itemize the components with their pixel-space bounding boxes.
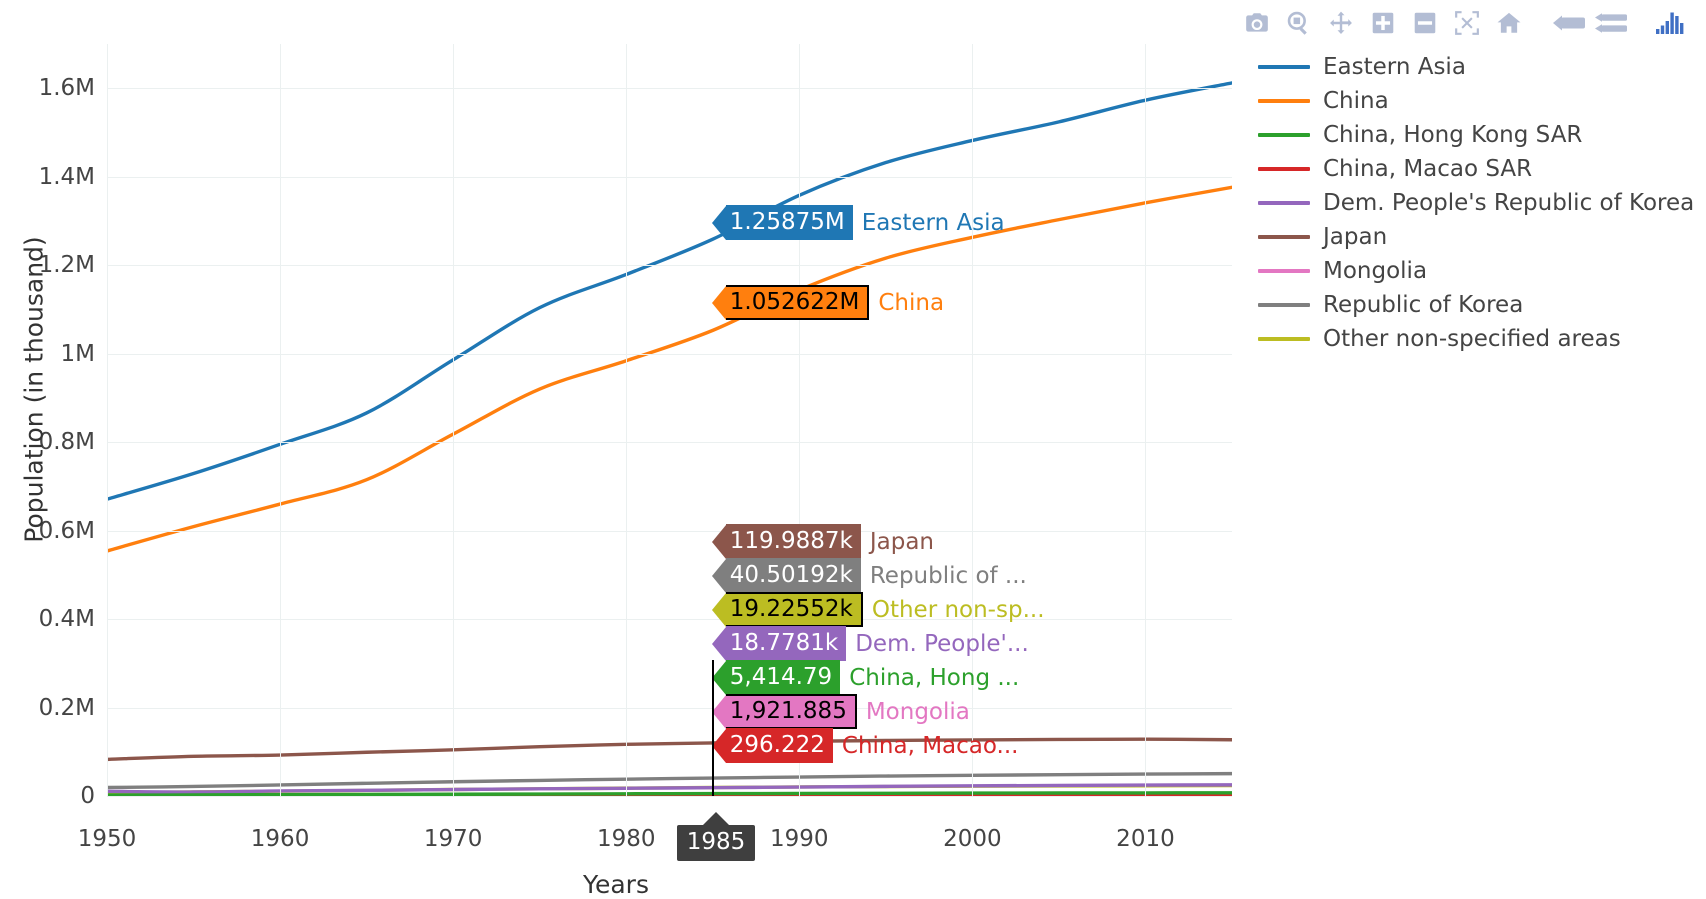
hover-tooltip-arrow [712, 206, 726, 240]
hover-tooltip: 1.25875M Eastern Asia [712, 205, 1005, 240]
series-line[interactable] [107, 83, 1232, 499]
legend-item-label: Other non-specified areas [1323, 326, 1621, 352]
x-tick-label: 1950 [78, 826, 137, 852]
hover-tooltip-value: 40.50192k [726, 558, 861, 593]
hover-tooltip-value: 1.052622M [726, 285, 870, 320]
hover-tooltip-arrow [712, 661, 726, 695]
x-tick-label: 1960 [251, 826, 310, 852]
hover-tooltip-series-name: Other non-sp... [872, 597, 1045, 623]
x-axis-hover-marker: 1985 [677, 812, 756, 861]
x-marker-arrow [703, 812, 729, 825]
hover-tooltip-series-name: Eastern Asia [862, 210, 1005, 236]
x-tick-label: 1980 [597, 826, 656, 852]
legend-color-swatch [1258, 201, 1310, 205]
legend-item-label: China, Macao SAR [1323, 156, 1532, 182]
series-line[interactable] [107, 187, 1232, 551]
legend-color-swatch [1258, 269, 1310, 273]
hover-tooltip-value: 119.9887k [726, 524, 861, 559]
hover-tooltip-arrow [712, 525, 726, 559]
legend-item-eastern-asia[interactable]: Eastern Asia [1258, 50, 1694, 84]
hover-tooltip-series-name: Mongolia [866, 699, 970, 725]
legend-color-swatch [1258, 133, 1310, 137]
legend-item-china-macao-sar[interactable]: China, Macao SAR [1258, 152, 1694, 186]
legend-item-japan[interactable]: Japan [1258, 220, 1694, 254]
legend-item-china-hong-kong-sar[interactable]: China, Hong Kong SAR [1258, 118, 1694, 152]
hover-tooltip-arrow [712, 695, 726, 729]
hover-spike-line [712, 660, 714, 796]
legend-color-swatch [1258, 337, 1310, 341]
hover-tooltip: 5,414.79 China, Hong ... [712, 660, 1020, 695]
hover-tooltip-value: 1.25875M [726, 205, 853, 240]
hover-tooltip: 1,921.885 Mongolia [712, 694, 970, 729]
x-marker-label: 1985 [677, 825, 756, 861]
hover-tooltip-series-name: China, Hong ... [849, 665, 1019, 691]
series-line[interactable] [107, 739, 1232, 759]
x-tick-label: 2010 [1116, 826, 1175, 852]
hover-tooltip: 119.9887k Japan [712, 524, 934, 559]
y-tick-label: 0 [0, 783, 95, 809]
x-tick-label: 2000 [943, 826, 1002, 852]
chart-legend[interactable]: Eastern Asia China China, Hong Kong SAR Chi… [1258, 50, 1694, 356]
legend-item-label: Dem. People's Republic of Korea [1323, 190, 1694, 216]
legend-color-swatch [1258, 65, 1310, 69]
x-tick-label: 1970 [424, 826, 483, 852]
legend-color-swatch [1258, 167, 1310, 171]
plot-area[interactable] [107, 44, 1232, 796]
legend-item-label: Republic of Korea [1323, 292, 1523, 318]
y-tick-label: 0.2M [0, 695, 95, 721]
hover-tooltip-arrow [712, 593, 726, 627]
x-axis-title: Years [0, 870, 1232, 899]
data-lines [107, 44, 1232, 796]
legend-color-swatch [1258, 303, 1310, 307]
legend-item-label: China, Hong Kong SAR [1323, 122, 1582, 148]
hover-tooltip-arrow [712, 559, 726, 593]
hover-tooltip-series-name: Japan [870, 529, 934, 555]
hover-tooltip: 296.222 China, Macao... [712, 728, 1019, 763]
legend-item-label: China [1323, 88, 1389, 114]
legend-item-label: Mongolia [1323, 258, 1427, 284]
y-tick-label: 1.6M [0, 75, 95, 101]
legend-color-swatch [1258, 99, 1310, 103]
legend-item-label: Eastern Asia [1323, 54, 1466, 80]
hover-tooltip-value: 296.222 [726, 728, 833, 763]
hover-tooltip-arrow [712, 729, 726, 763]
hover-tooltip-value: 1,921.885 [726, 694, 857, 729]
hover-tooltip: 40.50192k Republic of ... [712, 558, 1027, 593]
legend-item-label: Japan [1323, 224, 1387, 250]
legend-item-dem-people-s-republic-of-korea[interactable]: Dem. People's Republic of Korea [1258, 186, 1694, 220]
hover-tooltip: 19.22552k Other non-sp... [712, 592, 1045, 627]
y-axis-title: Population (in thousand) [20, 140, 49, 640]
x-tick-label: 1990 [770, 826, 829, 852]
hover-tooltip-series-name: Dem. People'... [855, 631, 1029, 657]
hover-tooltip-arrow [712, 627, 726, 661]
legend-item-republic-of-korea[interactable]: Republic of Korea [1258, 288, 1694, 322]
hover-tooltip-series-name: Republic of ... [870, 563, 1027, 589]
legend-item-china[interactable]: China [1258, 84, 1694, 118]
hover-tooltip-arrow [712, 286, 726, 320]
hover-tooltip: 1.052622M China [712, 285, 944, 320]
hover-tooltip-value: 5,414.79 [726, 660, 840, 695]
legend-item-other-non-specified-areas[interactable]: Other non-specified areas [1258, 322, 1694, 356]
gridline-horizontal [107, 796, 1232, 797]
hover-tooltip-value: 18.7781k [726, 626, 846, 661]
hover-tooltip: 18.7781k Dem. People'... [712, 626, 1029, 661]
hover-tooltip-series-name: China [878, 290, 944, 316]
legend-item-mongolia[interactable]: Mongolia [1258, 254, 1694, 288]
hover-tooltip-series-name: China, Macao... [842, 733, 1019, 759]
hover-tooltip-value: 19.22552k [726, 592, 863, 627]
legend-color-swatch [1258, 235, 1310, 239]
